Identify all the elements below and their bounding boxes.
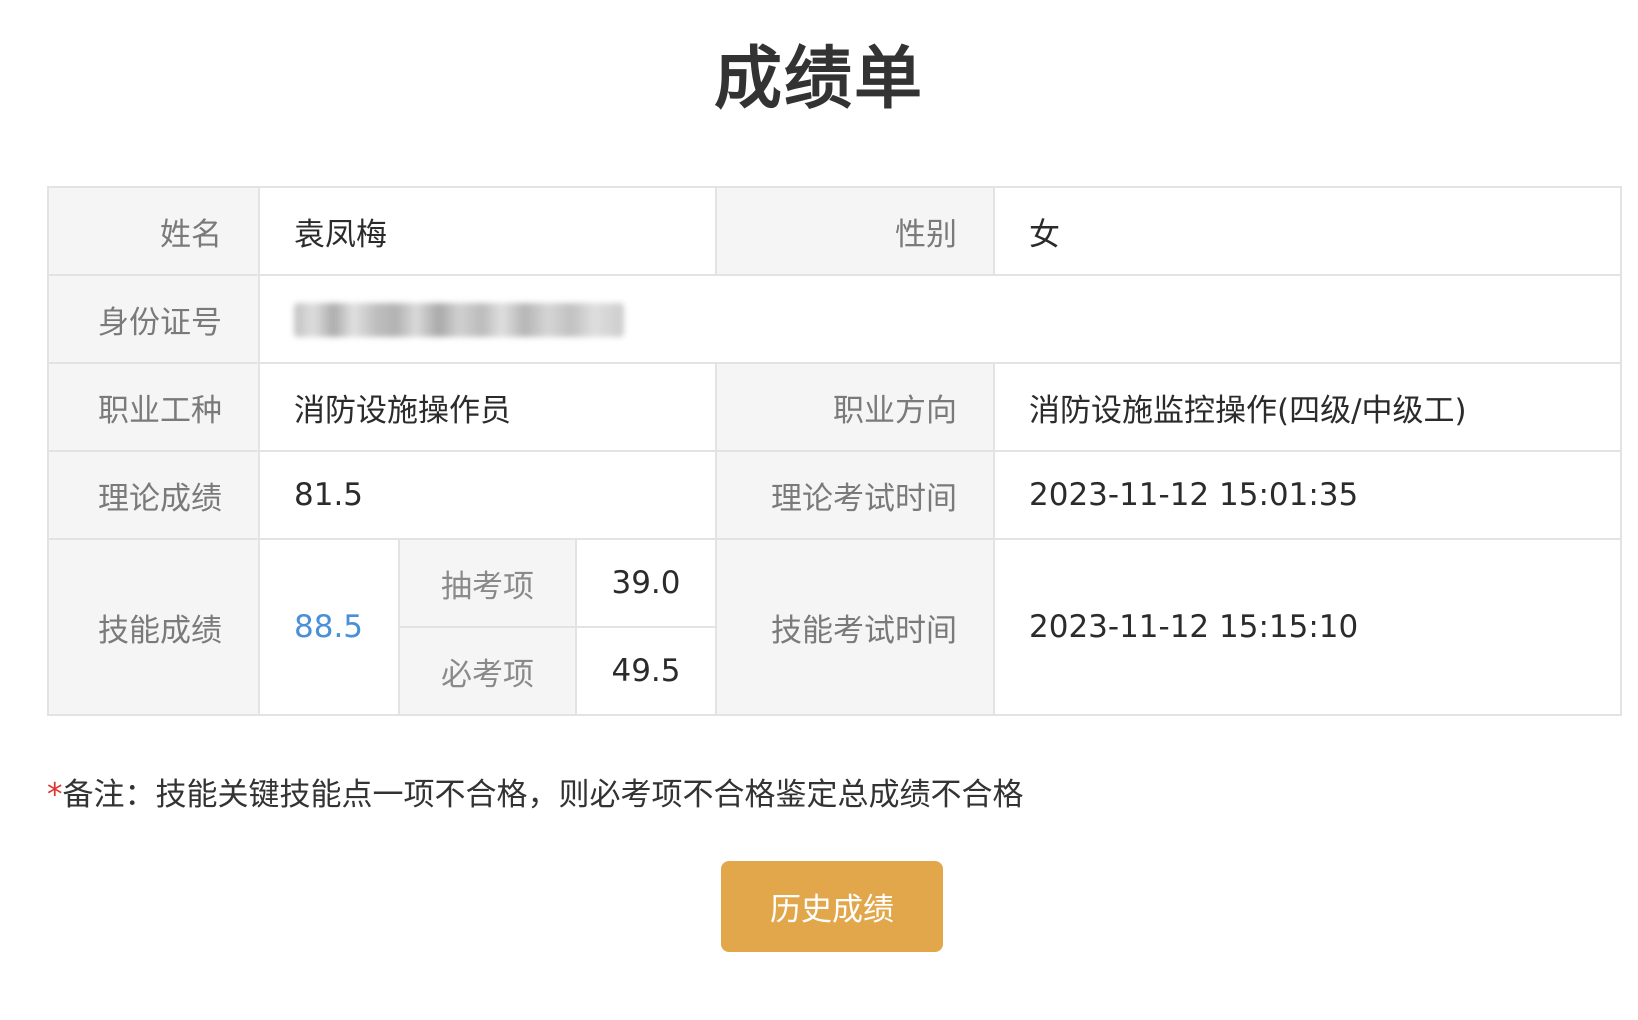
required-item-value: 49.5 <box>575 626 717 716</box>
page-title: 成绩单 <box>713 40 924 119</box>
remark-note: *备注：技能关键技能点一项不合格，则必考项不合格鉴定总成绩不合格 <box>47 770 1024 820</box>
theory-time-label: 理论考试时间 <box>715 450 995 540</box>
table-row-name-gender: 姓名 袁凤梅 性别 女 <box>47 186 1622 276</box>
gender-label: 性别 <box>715 186 995 276</box>
table-row-id: 身份证号 <box>47 274 1622 364</box>
name-value: 袁凤梅 <box>258 186 717 276</box>
skill-score-label: 技能成绩 <box>47 538 260 716</box>
theory-score-value: 81.5 <box>258 450 717 540</box>
name-label: 姓名 <box>47 186 260 276</box>
table-row-skill-random: 技能成绩 88.5 抽考项 39.0 技能考试时间 2023-11-12 15:… <box>47 538 1622 716</box>
remark-text: 备注：技能关键技能点一项不合格，则必考项不合格鉴定总成绩不合格 <box>62 777 1024 813</box>
direction-label: 职业方向 <box>715 362 995 452</box>
table-row-theory: 理论成绩 81.5 理论考试时间 2023-11-12 15:01:35 <box>47 450 1622 540</box>
id-number-value <box>258 274 1622 364</box>
skill-time-value: 2023-11-12 15:15:10 <box>993 538 1622 716</box>
score-table: 姓名 袁凤梅 性别 女 身份证号 职业工种 消防设施操作员 职业方向 消防设施监… <box>47 186 1622 716</box>
history-scores-button[interactable]: 历史成绩 <box>721 861 943 952</box>
id-number-label: 身份证号 <box>47 274 260 364</box>
random-item-value: 39.0 <box>575 538 717 628</box>
required-item-label: 必考项 <box>398 626 577 716</box>
occupation-value: 消防设施操作员 <box>258 362 717 452</box>
table-row-occupation: 职业工种 消防设施操作员 职业方向 消防设施监控操作(四级/中级工) <box>47 362 1622 452</box>
random-item-label: 抽考项 <box>398 538 577 628</box>
skill-score-value: 88.5 <box>258 538 400 716</box>
occupation-label: 职业工种 <box>47 362 260 452</box>
gender-value: 女 <box>993 186 1622 276</box>
direction-value: 消防设施监控操作(四级/中级工) <box>993 362 1622 452</box>
obscured-id-number <box>294 303 624 338</box>
skill-time-label: 技能考试时间 <box>715 538 995 716</box>
theory-time-value: 2023-11-12 15:01:35 <box>993 450 1622 540</box>
theory-score-label: 理论成绩 <box>47 450 260 540</box>
required-star: * <box>47 777 63 813</box>
